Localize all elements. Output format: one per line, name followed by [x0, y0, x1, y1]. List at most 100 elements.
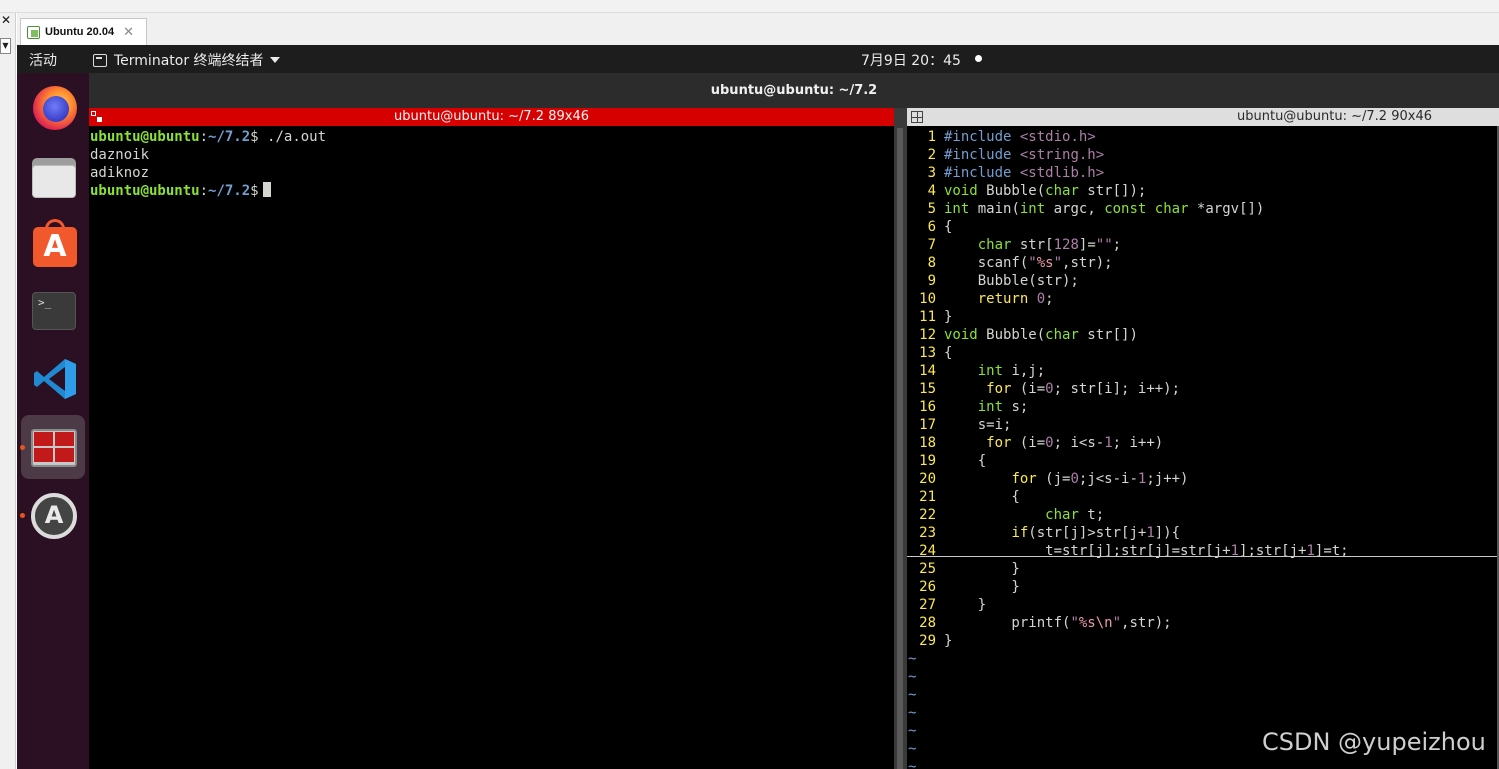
host-side-panel	[0, 13, 16, 769]
vm-icon	[27, 25, 40, 39]
code-line: 29}	[907, 632, 1499, 650]
vim-empty-line-marker: ~	[908, 723, 917, 739]
host-dropdown-icon[interactable]: ▼	[0, 38, 11, 54]
text-cursor	[262, 182, 271, 197]
tab-close-icon[interactable]: ✕	[123, 25, 134, 40]
code-line: 27 }	[907, 596, 1499, 614]
software-updater-icon: A	[31, 493, 77, 539]
line-number: 22	[919, 507, 936, 523]
pane-title-bar[interactable]: ubuntu@ubuntu: ~/7.2 90x46	[907, 108, 1499, 126]
code-text: scanf("%s",str);	[944, 255, 1113, 271]
terminal-line: ubuntu@ubuntu:~/7.2$ ./a.out	[90, 129, 327, 145]
line-number: 19	[919, 453, 936, 469]
line-number: 3	[927, 165, 936, 181]
code-text: int i,j;	[977, 363, 1046, 379]
code-text: {	[944, 345, 953, 361]
dock-item-vscode[interactable]	[21, 347, 85, 411]
line-number: 29	[919, 633, 936, 649]
terminal-pane-left[interactable]: ubuntu@ubuntu: ~/7.2 89x46 ubuntu@ubuntu…	[89, 108, 894, 769]
vim-empty-line-marker: ~	[908, 669, 917, 685]
code-text: Bubble(str);	[944, 273, 1079, 289]
code-line: 13 {	[907, 344, 1499, 362]
code-line: 14 int i,j;	[907, 362, 1499, 380]
code-line: 15 for (i=0; str[i]; i++);	[907, 380, 1499, 398]
line-number: 5	[927, 201, 936, 217]
pane-grip-icon[interactable]	[911, 111, 923, 123]
line-number: 7	[927, 237, 936, 253]
line-number: 15	[919, 381, 936, 397]
vm-tab-label: Ubuntu 20.04	[45, 26, 115, 38]
pane-title-label: ubuntu@ubuntu: ~/7.2 90x46	[1237, 109, 1432, 124]
host-close-icon[interactable]: ✕	[1, 13, 11, 27]
terminal-line: adiknoz	[90, 165, 150, 181]
code-text: #include <stdio.h>	[944, 129, 1096, 145]
terminal-app-icon	[93, 53, 107, 67]
line-number: 2	[927, 147, 936, 163]
vim-empty-line-marker: ~	[908, 759, 917, 769]
left-pane-scrollbar[interactable]	[897, 128, 903, 769]
line-number: 13	[919, 345, 936, 361]
code-line: 5 int main(int argc, const char *argv[])	[907, 200, 1499, 218]
code-text: if(str[j]>str[j+1]){	[1011, 525, 1181, 541]
line-number: 6	[927, 219, 936, 235]
code-text: return 0;	[977, 291, 1054, 307]
app-menu-button[interactable]: Terminator 终端终结者	[93, 50, 280, 70]
code-line: 16 int s;	[907, 398, 1499, 416]
notification-dot-icon	[975, 55, 982, 62]
terminal-icon: >_	[32, 292, 76, 330]
running-indicator-icon	[20, 513, 25, 518]
code-line: 25 }	[907, 560, 1499, 578]
code-line: 26 }	[907, 578, 1499, 596]
host-toolbar	[0, 0, 1499, 13]
code-line: 24 t=str[j];str[j]=str[j+1];str[j+1]=t;	[907, 542, 1499, 560]
dock-item-software[interactable]: A	[21, 211, 85, 275]
code-line: 22 char t;	[907, 506, 1499, 524]
dock-item-terminal[interactable]: >_	[21, 279, 85, 343]
dock-item-firefox[interactable]	[21, 75, 85, 139]
dock-item-files[interactable]	[21, 143, 85, 207]
vim-cursorline	[907, 556, 1499, 557]
line-number: 21	[919, 489, 936, 505]
vscode-icon	[34, 359, 76, 399]
line-number: 26	[919, 579, 936, 595]
activities-button[interactable]: 活动	[29, 50, 57, 70]
vim-empty-line-marker: ~	[908, 741, 917, 757]
terminal-prompt-line: ubuntu@ubuntu:~/7.2$	[90, 182, 271, 200]
vim-empty-line-marker: ~	[908, 687, 917, 703]
code-text: void Bubble(char str[])	[944, 327, 1138, 343]
code-text: }	[944, 561, 1020, 577]
code-line: 18 for (i=0; i<s-1; i++)	[907, 434, 1499, 452]
vm-tab-ubuntu[interactable]: Ubuntu 20.04 ✕	[20, 18, 147, 45]
code-text: for (i=0; i<s-1; i++)	[986, 435, 1164, 451]
vim-empty-line-marker: ~	[908, 651, 917, 667]
clock[interactable]: 7月9日 20：45	[861, 50, 961, 70]
line-number: 8	[927, 255, 936, 271]
screenshot-root: ✕ ▼ Ubuntu 20.04 ✕ 活动 Terminator 终端终结者 7…	[0, 0, 1499, 769]
dock-item-terminator[interactable]	[21, 415, 85, 479]
code-text: char t;	[1045, 507, 1105, 523]
pane-grip-icon[interactable]	[91, 111, 103, 123]
ubuntu-software-icon: A	[33, 227, 77, 267]
pane-splitter[interactable]	[894, 108, 907, 769]
dock-item-updater[interactable]: A	[21, 483, 85, 547]
code-line: 7 char str[128]="";	[907, 236, 1499, 254]
code-line: 28 printf("%s\n",str);	[907, 614, 1499, 632]
code-text: int s;	[977, 399, 1029, 415]
code-text: for (i=0; str[i]; i++);	[986, 381, 1181, 397]
pane-title-bar[interactable]: ubuntu@ubuntu: ~/7.2 89x46	[89, 108, 894, 126]
line-number: 28	[919, 615, 936, 631]
code-text: }	[944, 309, 953, 325]
terminal-line: daznoik	[90, 147, 150, 163]
line-number: 16	[919, 399, 936, 415]
code-line: 20 for (j=0;j<s-i-1;j++)	[907, 470, 1499, 488]
code-text: {	[944, 453, 987, 469]
line-number: 25	[919, 561, 936, 577]
line-number: 23	[919, 525, 936, 541]
line-number: 9	[927, 273, 936, 289]
code-text: s=i;	[944, 417, 1012, 433]
code-text: #include <stdlib.h>	[944, 165, 1105, 181]
watermark: CSDN @yupeizhou	[1262, 728, 1486, 756]
gnome-top-bar: 活动 Terminator 终端终结者 7月9日 20：45	[17, 45, 1499, 73]
terminal-pane-right[interactable]: ubuntu@ubuntu: ~/7.2 90x46 1 #include <st…	[907, 108, 1499, 769]
code-text: {	[944, 219, 953, 235]
